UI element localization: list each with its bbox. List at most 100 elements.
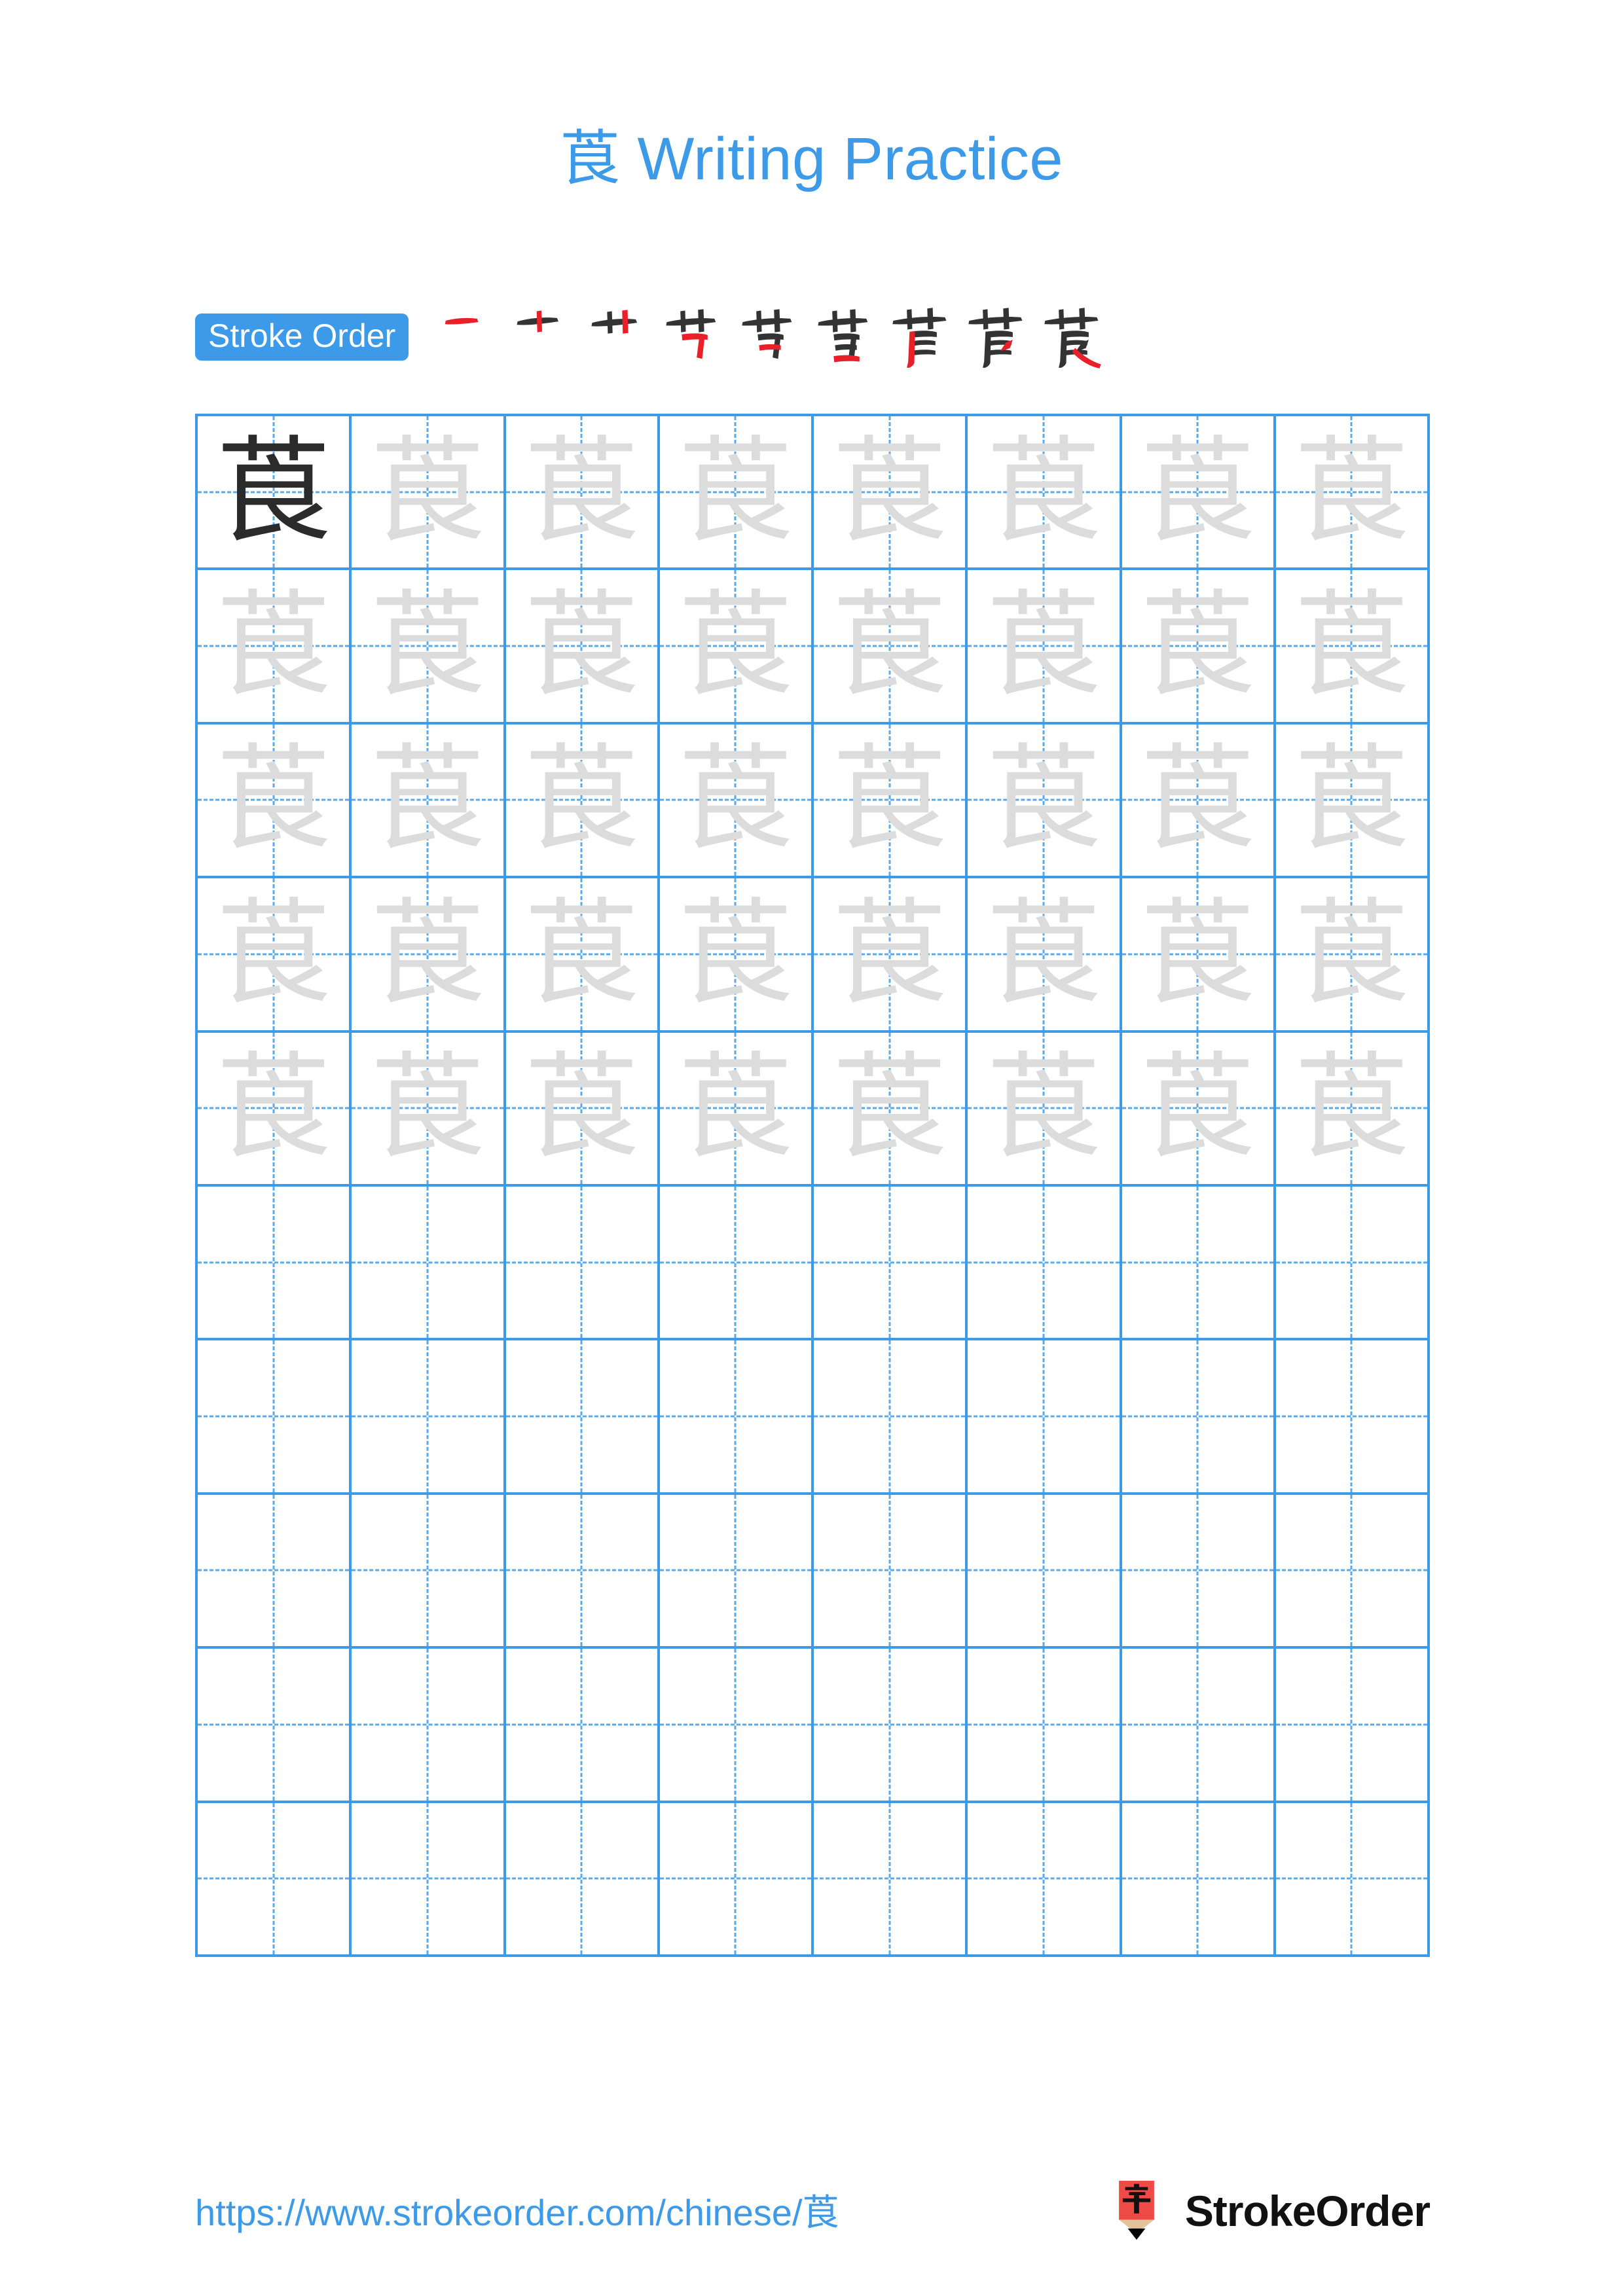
trace-character: 莨 xyxy=(1294,1041,1410,1175)
practice-cell-r4-c2[interactable]: 莨 xyxy=(352,878,506,1033)
practice-cell-r6-c1[interactable] xyxy=(198,1186,352,1341)
practice-cell-r8-c2[interactable] xyxy=(352,1494,506,1649)
practice-cell-r2-c7[interactable]: 莨 xyxy=(1122,570,1276,725)
practice-cell-r1-c3[interactable]: 莨 xyxy=(505,416,660,571)
practice-cell-r9-c1[interactable] xyxy=(198,1649,352,1803)
practice-cell-r4-c4[interactable]: 莨 xyxy=(659,878,814,1033)
practice-cell-r1-c6[interactable]: 莨 xyxy=(968,416,1122,571)
pencil-icon xyxy=(1105,2179,1168,2242)
trace-character: 莨 xyxy=(215,732,331,867)
practice-cell-r9-c3[interactable] xyxy=(505,1649,660,1803)
practice-cell-r1-c7[interactable]: 莨 xyxy=(1122,416,1276,571)
practice-cell-r1-c4[interactable]: 莨 xyxy=(659,416,814,571)
practice-cell-r5-c1[interactable]: 莨 xyxy=(198,1032,352,1187)
page-title-character: 莨 xyxy=(559,124,621,194)
practice-cell-r5-c5[interactable]: 莨 xyxy=(814,1032,968,1187)
practice-cell-r5-c6[interactable]: 莨 xyxy=(968,1032,1122,1187)
footer-url-link[interactable]: https://www.strokeorder.com/chinese/莨 xyxy=(195,2183,839,2236)
trace-character: 莨 xyxy=(524,886,640,1021)
practice-cell-r3-c3[interactable]: 莨 xyxy=(505,724,660,879)
practice-cell-r10-c2[interactable] xyxy=(352,1803,506,1957)
practice-cell-r2-c5[interactable]: 莨 xyxy=(814,570,968,725)
practice-cell-r8-c8[interactable] xyxy=(1275,1494,1430,1649)
practice-cell-r8-c6[interactable] xyxy=(968,1494,1122,1649)
practice-cell-r1-c2[interactable]: 莨 xyxy=(352,416,506,571)
page-title: 莨 Writing Practice xyxy=(0,110,1623,197)
practice-cell-r7-c4[interactable] xyxy=(659,1340,814,1495)
practice-cell-r5-c2[interactable]: 莨 xyxy=(352,1032,506,1187)
practice-cell-r4-c3[interactable]: 莨 xyxy=(505,878,660,1033)
practice-cell-r10-c1[interactable] xyxy=(198,1803,352,1957)
practice-cell-r4-c5[interactable]: 莨 xyxy=(814,878,968,1033)
practice-cell-r3-c6[interactable]: 莨 xyxy=(968,724,1122,879)
practice-cell-r9-c7[interactable] xyxy=(1122,1649,1276,1803)
practice-cell-r4-c1[interactable]: 莨 xyxy=(198,878,352,1033)
practice-cell-r3-c7[interactable]: 莨 xyxy=(1122,724,1276,879)
practice-cell-r8-c5[interactable] xyxy=(814,1494,968,1649)
practice-cell-r2-c2[interactable]: 莨 xyxy=(352,570,506,725)
practice-cell-r8-c4[interactable] xyxy=(659,1494,814,1649)
practice-cell-r10-c7[interactable] xyxy=(1122,1803,1276,1957)
practice-cell-r3-c4[interactable]: 莨 xyxy=(659,724,814,879)
practice-cell-r6-c7[interactable] xyxy=(1122,1186,1276,1341)
practice-cell-r2-c3[interactable]: 莨 xyxy=(505,570,660,725)
practice-cell-r6-c2[interactable] xyxy=(352,1186,506,1341)
practice-cell-r8-c3[interactable] xyxy=(505,1494,660,1649)
stroke-step-4 xyxy=(660,303,728,371)
stroke-step-1 xyxy=(432,303,500,371)
practice-cell-r7-c1[interactable] xyxy=(198,1340,352,1495)
practice-cell-r6-c5[interactable] xyxy=(814,1186,968,1341)
trace-character: 莨 xyxy=(831,886,947,1021)
stroke-step-2 xyxy=(508,303,576,371)
practice-cell-r7-c2[interactable] xyxy=(352,1340,506,1495)
practice-cell-r5-c3[interactable]: 莨 xyxy=(505,1032,660,1187)
trace-character: 莨 xyxy=(678,424,793,559)
practice-cell-r10-c4[interactable] xyxy=(659,1803,814,1957)
stroke-step-5 xyxy=(736,303,804,371)
practice-cell-r9-c2[interactable] xyxy=(352,1649,506,1803)
trace-character: 莨 xyxy=(831,424,947,559)
practice-cell-r2-c6[interactable]: 莨 xyxy=(968,570,1122,725)
practice-cell-r5-c8[interactable]: 莨 xyxy=(1275,1032,1430,1187)
practice-cell-r5-c4[interactable]: 莨 xyxy=(659,1032,814,1187)
practice-cell-r10-c5[interactable] xyxy=(814,1803,968,1957)
practice-cell-r1-c1[interactable]: 莨 xyxy=(198,416,352,571)
practice-cell-r10-c6[interactable] xyxy=(968,1803,1122,1957)
trace-character: 莨 xyxy=(369,1041,485,1175)
practice-cell-r7-c3[interactable] xyxy=(505,1340,660,1495)
stroke-step-5-drawing xyxy=(742,309,792,359)
practice-cell-r1-c8[interactable]: 莨 xyxy=(1275,416,1430,571)
practice-cell-r9-c5[interactable] xyxy=(814,1649,968,1803)
practice-cell-r1-c5[interactable]: 莨 xyxy=(814,416,968,571)
practice-cell-r2-c8[interactable]: 莨 xyxy=(1275,570,1430,725)
practice-cell-r9-c8[interactable] xyxy=(1275,1649,1430,1803)
practice-cell-r4-c6[interactable]: 莨 xyxy=(968,878,1122,1033)
trace-character: 莨 xyxy=(678,886,793,1021)
practice-cell-r7-c8[interactable] xyxy=(1275,1340,1430,1495)
practice-cell-r3-c1[interactable]: 莨 xyxy=(198,724,352,879)
trace-character: 莨 xyxy=(985,579,1101,713)
practice-cell-r7-c6[interactable] xyxy=(968,1340,1122,1495)
practice-cell-r6-c3[interactable] xyxy=(505,1186,660,1341)
practice-cell-r9-c6[interactable] xyxy=(968,1649,1122,1803)
practice-cell-r6-c8[interactable] xyxy=(1275,1186,1430,1341)
practice-cell-r4-c8[interactable]: 莨 xyxy=(1275,878,1430,1033)
practice-cell-r2-c4[interactable]: 莨 xyxy=(659,570,814,725)
practice-cell-r10-c3[interactable] xyxy=(505,1803,660,1957)
practice-cell-r3-c8[interactable]: 莨 xyxy=(1275,724,1430,879)
brand-name: StrokeOrder xyxy=(1184,2187,1431,2235)
practice-cell-r8-c1[interactable] xyxy=(198,1494,352,1649)
practice-cell-r3-c2[interactable]: 莨 xyxy=(352,724,506,879)
practice-cell-r3-c5[interactable]: 莨 xyxy=(814,724,968,879)
practice-cell-r7-c7[interactable] xyxy=(1122,1340,1276,1495)
practice-cell-r5-c7[interactable]: 莨 xyxy=(1122,1032,1276,1187)
practice-cell-r2-c1[interactable]: 莨 xyxy=(198,570,352,725)
practice-cell-r6-c6[interactable] xyxy=(968,1186,1122,1341)
practice-cell-r7-c5[interactable] xyxy=(814,1340,968,1495)
practice-cell-r4-c7[interactable]: 莨 xyxy=(1122,878,1276,1033)
trace-character: 莨 xyxy=(1140,424,1256,559)
practice-cell-r8-c7[interactable] xyxy=(1122,1494,1276,1649)
practice-cell-r9-c4[interactable] xyxy=(659,1649,814,1803)
practice-cell-r6-c4[interactable] xyxy=(659,1186,814,1341)
practice-cell-r10-c8[interactable] xyxy=(1275,1803,1430,1957)
